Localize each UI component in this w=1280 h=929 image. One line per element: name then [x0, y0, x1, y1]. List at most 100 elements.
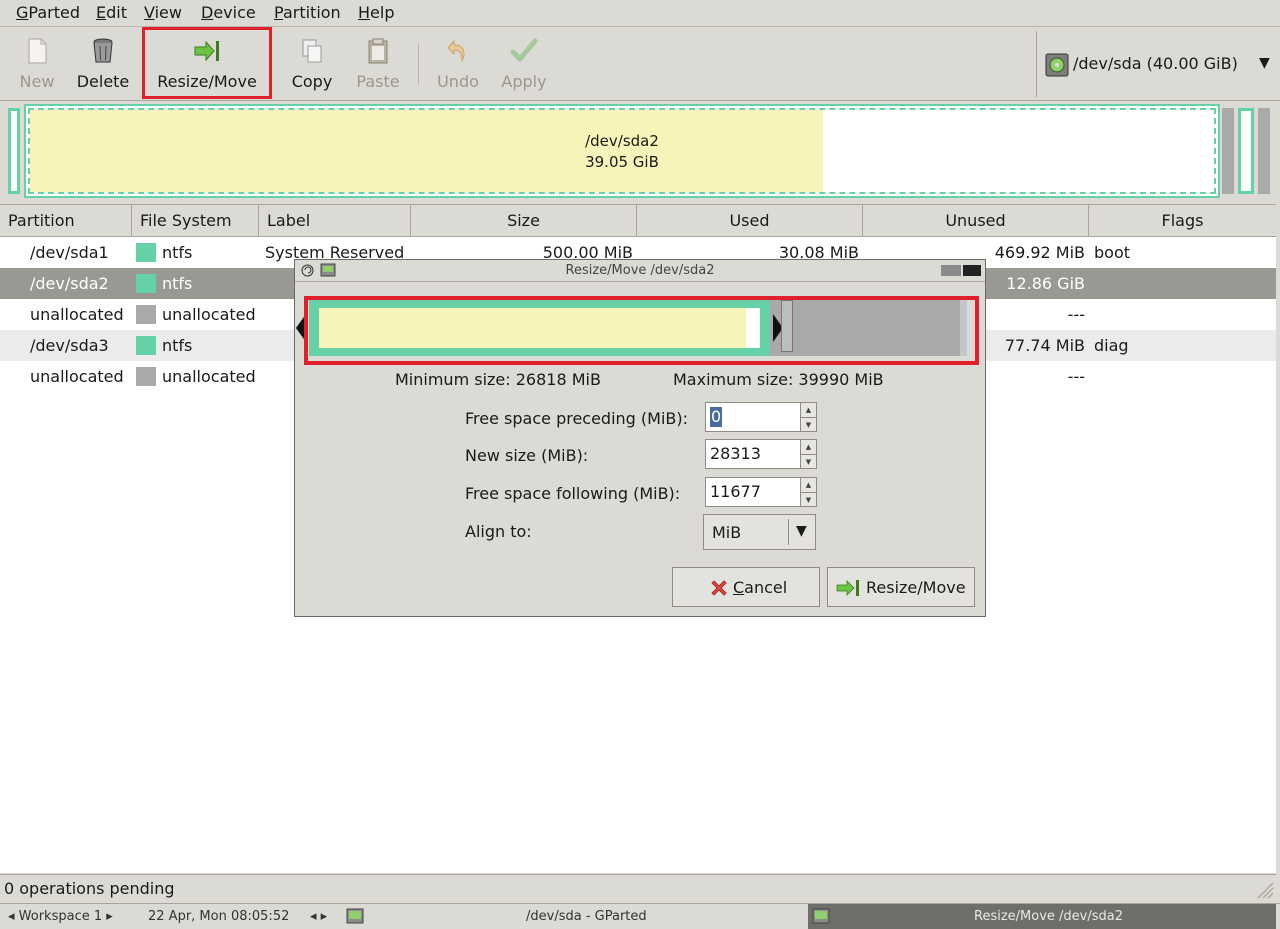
fs-color-swatch — [136, 367, 156, 386]
device-selector[interactable]: /dev/sda (40.00 GiB) ▼ — [1036, 31, 1276, 97]
preceding-label: Free space preceding (MiB): — [465, 409, 689, 428]
clipboard-icon — [368, 38, 388, 64]
menu-edit[interactable]: Edit — [96, 3, 127, 22]
increment-icon[interactable]: ▲ — [801, 403, 816, 417]
paste-button[interactable]: Paste — [350, 27, 406, 99]
chevron-down-icon: ▼ — [1259, 55, 1270, 71]
cancel-button[interactable]: Cancel — [672, 567, 820, 607]
diskmap-unallocated-end[interactable] — [1258, 108, 1270, 194]
workspace-switcher[interactable]: ◂ Workspace 1 ▸ — [8, 909, 113, 924]
chevron-down-icon: ▼ — [796, 523, 807, 539]
copy-icon — [302, 39, 322, 63]
cancel-mnemonic: C — [733, 578, 745, 597]
following-spinbox[interactable]: 11677 ▲ ▼ — [705, 477, 817, 507]
taskbar-window-resize: Resize/Move /dev/sda2 — [974, 909, 1123, 924]
apply-button[interactable]: Apply — [494, 27, 554, 99]
undo-button[interactable]: Undo — [430, 27, 486, 99]
diskmap-unallocated[interactable] — [1222, 108, 1234, 194]
diskmap-sda2-selection: /dev/sda2 39.05 GiB — [28, 108, 1216, 194]
menu-device[interactable]: Device — [201, 3, 256, 22]
decrement-icon[interactable]: ▼ — [801, 454, 816, 468]
dialog-title: Resize/Move /dev/sda2 — [565, 263, 715, 278]
resize-arrow-icon — [836, 580, 859, 596]
delete-button[interactable]: Delete — [70, 27, 136, 99]
diskmap-partition-name: /dev/sda2 — [585, 132, 659, 150]
taskbar-nav-arrows[interactable]: ◂ ▸ — [310, 909, 327, 924]
menu-help[interactable]: Help — [358, 3, 394, 22]
new-size-spinbox[interactable]: 28313 ▲ ▼ — [705, 439, 817, 469]
cancel-label-rest: ancel — [744, 578, 788, 597]
diskmap-sda1[interactable] — [8, 108, 20, 194]
menu-gparted[interactable]: GParted — [16, 3, 80, 22]
menu-partition[interactable]: Partition — [274, 3, 341, 22]
new-button[interactable]: New — [8, 27, 66, 99]
cell-flags: diag — [1094, 336, 1129, 355]
increment-icon[interactable]: ▲ — [801, 440, 816, 454]
clock: 22 Apr, Mon 08:05:52 — [148, 909, 290, 924]
resize-grip-icon[interactable] — [1254, 879, 1274, 899]
col-partition[interactable]: Partition — [0, 205, 132, 236]
taskbar-active-window[interactable]: Resize/Move /dev/sda2 — [808, 904, 1276, 929]
cell-fs: unallocated — [162, 367, 256, 386]
col-size[interactable]: Size — [411, 205, 637, 236]
new-file-icon — [28, 38, 47, 64]
hard-disk-icon — [1045, 53, 1069, 77]
cell-fs: ntfs — [162, 274, 193, 293]
max-size-text: Maximum size: 39990 MiB — [673, 370, 884, 389]
decrement-icon[interactable]: ▼ — [801, 492, 816, 506]
toolbar-separator — [418, 43, 419, 85]
cell-fs: unallocated — [162, 305, 256, 324]
cancel-label: Cancel — [733, 578, 787, 597]
decrement-icon[interactable]: ▼ — [801, 417, 816, 431]
col-file-system[interactable]: File System — [132, 205, 259, 236]
preceding-value[interactable]: 0 — [710, 407, 723, 427]
gparted-app-icon — [812, 908, 830, 924]
fs-color-swatch — [136, 336, 156, 355]
col-unused[interactable]: Unused — [863, 205, 1089, 236]
diskmap-partition-size: 39.05 GiB — [585, 153, 659, 171]
preceding-stepper[interactable]: ▲ ▼ — [800, 403, 816, 431]
cell-partition: unallocated — [30, 367, 124, 386]
new-size-label: New size (MiB): — [465, 446, 589, 465]
operations-pending-text: 0 operations pending — [4, 879, 175, 898]
align-value: MiB — [712, 523, 742, 542]
undo-icon — [447, 39, 465, 62]
cell-partition: /dev/sda3 — [30, 336, 109, 355]
trash-icon — [93, 38, 113, 63]
cell-partition: /dev/sda1 — [30, 243, 109, 262]
resize-move-highlight — [142, 27, 272, 99]
following-value[interactable]: 11677 — [710, 478, 761, 506]
window-close-button[interactable] — [963, 265, 981, 276]
col-used[interactable]: Used — [637, 205, 863, 236]
cell-partition: /dev/sda2 — [30, 274, 109, 293]
align-select[interactable]: MiB ▼ — [703, 514, 816, 550]
window-maximize-button[interactable] — [941, 265, 961, 276]
min-size-text: Minimum size: 26818 MiB — [395, 370, 601, 389]
fs-color-swatch — [136, 243, 156, 262]
align-select-divider — [788, 519, 789, 545]
gparted-app-icon — [346, 908, 364, 924]
new-size-stepper[interactable]: ▲ ▼ — [800, 440, 816, 468]
resize-move-confirm-button[interactable]: Resize/Move — [827, 567, 975, 607]
cancel-x-icon — [711, 580, 727, 596]
align-label: Align to: — [465, 522, 532, 541]
increment-icon[interactable]: ▲ — [801, 478, 816, 492]
diskmap-sda2[interactable]: /dev/sda2 39.05 GiB — [24, 104, 1220, 198]
menu-bar: GParted Edit View Device Partition Help — [0, 0, 1280, 27]
checkmark-icon — [510, 38, 538, 62]
new-size-value[interactable]: 28313 — [710, 440, 761, 468]
cell-fs: ntfs — [162, 243, 193, 262]
preceding-spinbox[interactable]: 0 ▲ ▼ — [705, 402, 817, 432]
following-label: Free space following (MiB): — [465, 484, 681, 503]
dialog-titlebar[interactable]: Resize/Move /dev/sda2 — [295, 260, 985, 282]
col-label[interactable]: Label — [259, 205, 411, 236]
diskmap-sda3[interactable] — [1238, 108, 1254, 194]
copy-button[interactable]: Copy — [282, 27, 342, 99]
partition-table-header: Partition File System Label Size Used Un… — [0, 204, 1276, 237]
following-stepper[interactable]: ▲ ▼ — [800, 478, 816, 506]
taskbar-window-gparted[interactable]: /dev/sda - GParted — [526, 909, 647, 924]
col-flags[interactable]: Flags — [1089, 205, 1276, 236]
resize-move-confirm-label: Resize/Move — [866, 578, 966, 597]
menu-view[interactable]: View — [144, 3, 182, 22]
resizer-highlight — [304, 296, 979, 365]
